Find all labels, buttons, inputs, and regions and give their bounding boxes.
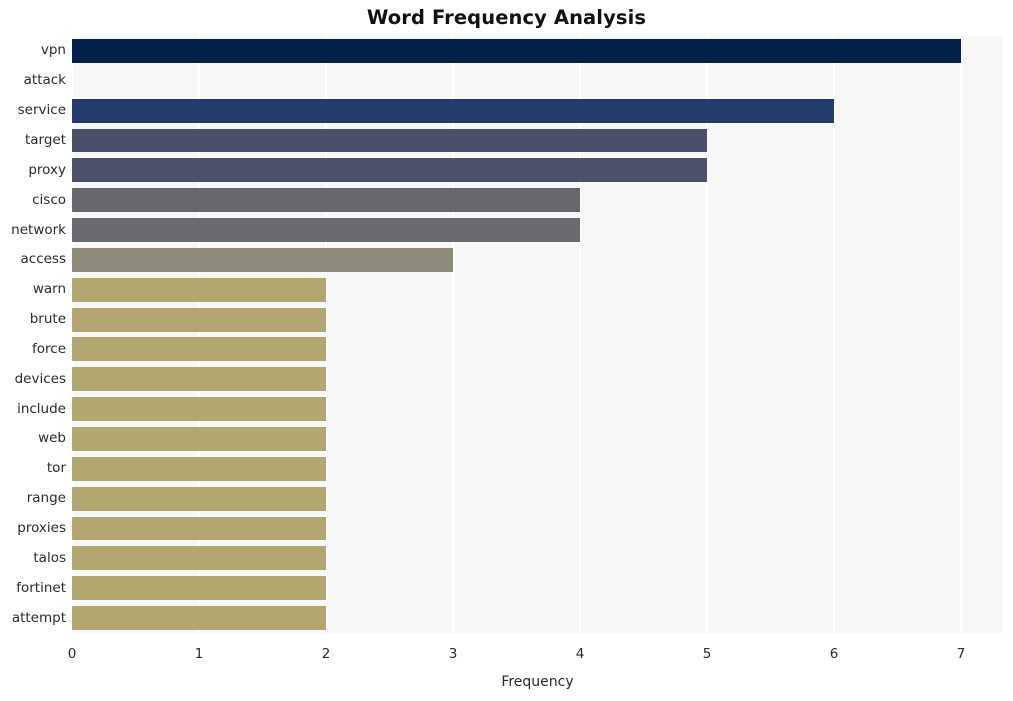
y-tick-label-warn: warn bbox=[32, 281, 66, 298]
x-tick-label-4: 4 bbox=[575, 646, 585, 662]
chart-title: Word Frequency Analysis bbox=[366, 6, 647, 29]
y-tick-label-talos: talos bbox=[33, 549, 66, 566]
bar-talos bbox=[72, 546, 327, 571]
gridline bbox=[960, 36, 962, 633]
y-tick-label-cisco: cisco bbox=[32, 191, 66, 208]
bar-target bbox=[72, 128, 708, 153]
bar-attempt bbox=[72, 606, 327, 630]
bar-row bbox=[72, 277, 1003, 302]
y-tick-label-attempt: attempt bbox=[11, 609, 66, 626]
bar-vpn bbox=[72, 38, 962, 63]
y-tick-label-proxy: proxy bbox=[28, 161, 66, 178]
y-tick-label-include: include bbox=[17, 400, 66, 417]
gridline bbox=[452, 36, 454, 633]
bar-row bbox=[72, 307, 1003, 332]
bar-access bbox=[72, 247, 454, 272]
bar-row bbox=[72, 576, 1003, 601]
x-tick-label-0: 0 bbox=[67, 646, 77, 662]
bar-service bbox=[72, 98, 835, 123]
bar-row bbox=[72, 218, 1003, 242]
bar-row bbox=[72, 456, 1003, 481]
x-tick-label-5: 5 bbox=[702, 646, 712, 662]
bar-attack bbox=[72, 69, 834, 93]
x-tick-label-6: 6 bbox=[829, 646, 839, 662]
bar-row bbox=[72, 337, 1003, 362]
bar-row bbox=[72, 158, 1003, 183]
bar-row bbox=[72, 516, 1003, 541]
y-tick-label-range: range bbox=[26, 490, 66, 507]
x-tick-label-1: 1 bbox=[194, 646, 204, 662]
bar-row bbox=[72, 606, 1003, 630]
plot-area bbox=[72, 36, 1003, 633]
bar-row bbox=[72, 397, 1003, 422]
y-tick-label-service: service bbox=[17, 102, 66, 119]
bar-row bbox=[72, 38, 1003, 63]
y-tick-label-web: web bbox=[38, 430, 66, 447]
bar-warn bbox=[72, 277, 327, 302]
y-tick-label-vpn: vpn bbox=[40, 42, 66, 59]
bar-tor bbox=[72, 456, 327, 481]
bar-range bbox=[72, 486, 327, 511]
bar-row bbox=[72, 367, 1003, 392]
y-tick-label-proxies: proxies bbox=[17, 520, 66, 537]
gridline bbox=[198, 36, 200, 633]
gridline bbox=[72, 36, 73, 633]
bar-devices bbox=[72, 367, 327, 392]
bar-row bbox=[72, 128, 1003, 153]
y-tick-label-tor: tor bbox=[46, 460, 66, 477]
bar-proxy bbox=[72, 158, 708, 183]
bar-brute bbox=[72, 307, 327, 332]
y-tick-label-network: network bbox=[11, 221, 66, 238]
x-tick-label-3: 3 bbox=[448, 646, 458, 662]
y-tick-label-fortinet: fortinet bbox=[16, 579, 66, 596]
x-axis-title: Frequency bbox=[501, 674, 574, 690]
gridline bbox=[579, 36, 581, 633]
bar-web bbox=[72, 427, 327, 451]
bar-row bbox=[72, 69, 1003, 93]
gridline bbox=[325, 36, 327, 633]
word-frequency-chart: Word Frequency Analysis vpn attack service… bbox=[0, 0, 1013, 701]
bar-row bbox=[72, 247, 1003, 272]
bar-proxies bbox=[72, 516, 327, 541]
x-tick-label-7: 7 bbox=[956, 646, 966, 662]
bar-row bbox=[72, 427, 1003, 451]
bar-include bbox=[72, 397, 327, 422]
y-tick-label-devices: devices bbox=[14, 370, 66, 387]
y-tick-label-target: target bbox=[24, 131, 66, 148]
x-tick-label-2: 2 bbox=[321, 646, 331, 662]
y-axis-tick-labels: vpn attack service target proxy cisco network a… bbox=[0, 36, 66, 633]
bar-row bbox=[72, 546, 1003, 571]
gridline bbox=[833, 36, 835, 633]
x-axis-tick-labels: 0 1 2 3 4 5 6 7 bbox=[0, 646, 1013, 670]
bar-row bbox=[72, 98, 1003, 123]
y-tick-label-brute: brute bbox=[29, 311, 66, 328]
y-tick-label-force: force bbox=[32, 340, 66, 357]
bar-force bbox=[72, 337, 327, 362]
y-tick-label-attack: attack bbox=[23, 72, 66, 89]
bar-network bbox=[72, 218, 581, 242]
bar-cisco bbox=[72, 188, 581, 213]
bar-row bbox=[72, 188, 1003, 213]
gridline bbox=[706, 36, 708, 633]
bar-fortinet bbox=[72, 576, 327, 601]
y-tick-label-access: access bbox=[20, 251, 67, 268]
bar-row bbox=[72, 486, 1003, 511]
